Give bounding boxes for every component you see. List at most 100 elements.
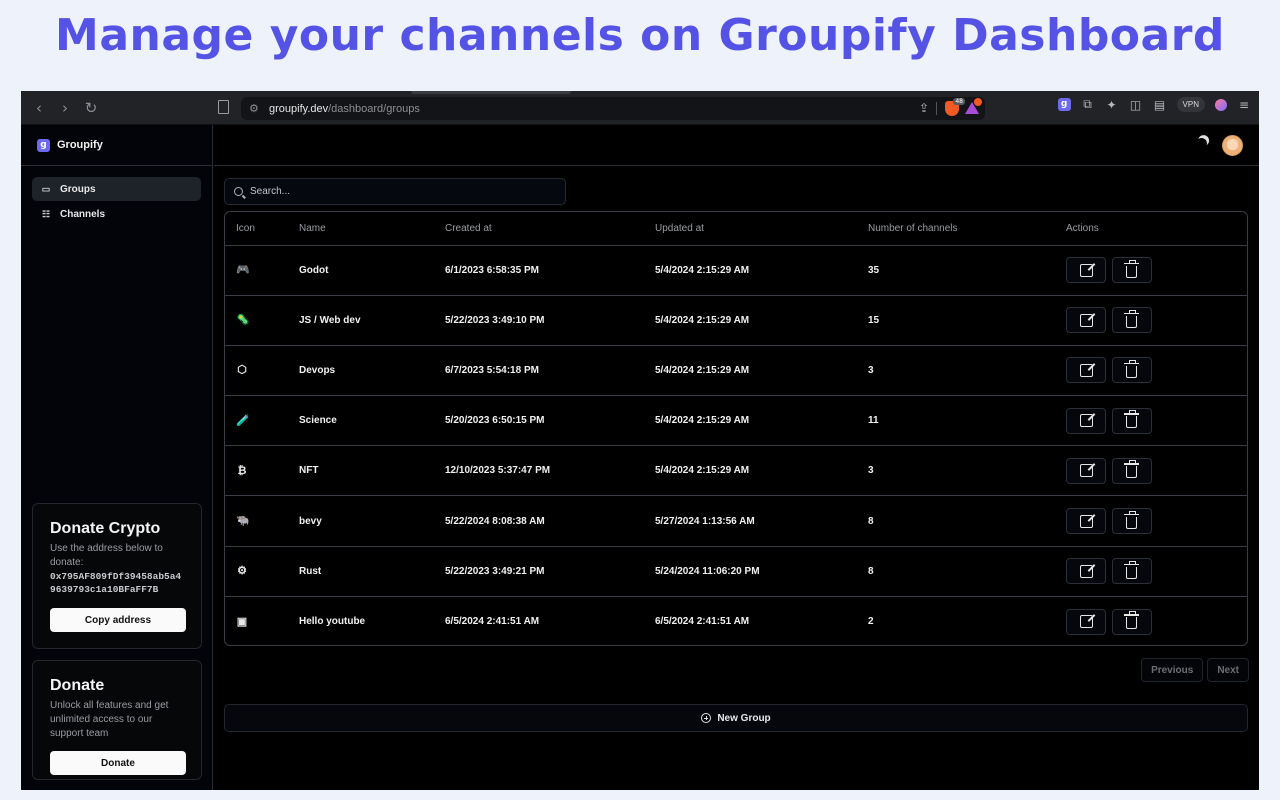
- sidebar-item-groups[interactable]: ▭ Groups: [32, 177, 201, 201]
- table-row: 🧪 Science 5/20/2023 6:50:15 PM 5/4/2024 …: [225, 395, 1247, 447]
- header-icon: Icon: [225, 212, 299, 246]
- search-icon: [234, 187, 243, 196]
- search-input[interactable]: [250, 186, 550, 197]
- delete-button[interactable]: [1111, 407, 1152, 434]
- created-at: 5/22/2024 8:08:38 AM: [445, 495, 655, 547]
- extensions-icon[interactable]: ⧉: [1081, 97, 1095, 112]
- reload-icon[interactable]: ↻: [79, 99, 103, 117]
- delete-button[interactable]: [1111, 257, 1152, 284]
- profile-icon[interactable]: [1215, 98, 1227, 111]
- edit-button[interactable]: [1066, 307, 1106, 334]
- search-box[interactable]: [224, 178, 566, 205]
- delete-button[interactable]: [1111, 558, 1152, 585]
- address-bar[interactable]: ⚙ groupify.dev/dashboard/groups ⇪ 48: [241, 97, 985, 120]
- delete-button[interactable]: [1111, 608, 1152, 635]
- delete-button[interactable]: [1111, 508, 1152, 535]
- group-name: JS / Web dev: [299, 295, 445, 346]
- updated-at: 5/27/2024 1:13:56 AM: [655, 495, 868, 547]
- edit-button[interactable]: [1066, 608, 1106, 635]
- page-headline: Manage your channels on Groupify Dashboa…: [55, 10, 1225, 61]
- url-text[interactable]: groupify.dev/dashboard/groups: [269, 103, 420, 115]
- group-name: bevy: [299, 495, 445, 547]
- edit-button[interactable]: [1066, 508, 1106, 535]
- bookmark-icon[interactable]: [218, 100, 229, 114]
- header-name: Name: [299, 212, 445, 246]
- edit-button[interactable]: [1066, 357, 1106, 384]
- edit-icon: [1079, 464, 1093, 478]
- back-icon[interactable]: ‹: [27, 99, 51, 117]
- delete-button[interactable]: [1111, 457, 1152, 484]
- group-name: Devops: [299, 345, 445, 397]
- created-at: 6/5/2024 2:41:51 AM: [445, 616, 540, 628]
- created-at: 6/7/2023 5:54:18 PM: [445, 345, 655, 397]
- previous-page-button[interactable]: Previous: [1141, 658, 1204, 682]
- url-host: groupify.dev: [269, 102, 329, 115]
- trash-icon: [1123, 460, 1139, 479]
- edit-icon: [1079, 313, 1093, 327]
- created-at: 5/22/2023 3:49:10 PM: [445, 295, 655, 346]
- created-at: 6/1/2023 6:58:35 PM: [445, 245, 655, 296]
- row-actions: [1066, 245, 1247, 296]
- row-actions: [1066, 495, 1247, 547]
- updated-at: 6/5/2024 2:41:51 AM: [655, 616, 750, 628]
- group-name: Rust: [299, 546, 445, 597]
- group-icon: ₿: [237, 464, 247, 477]
- table-row: ⬡ Devops 6/7/2023 5:54:18 PM 5/4/2024 2:…: [225, 345, 1247, 397]
- donate-crypto-text: Use the address below to donate:: [50, 543, 163, 568]
- donate-button[interactable]: Donate: [50, 751, 186, 775]
- vpn-button[interactable]: VPN: [1176, 97, 1205, 112]
- header-created-at: Created at: [445, 212, 655, 246]
- wallet-icon[interactable]: ▤: [1153, 98, 1167, 112]
- trash-icon: [1123, 611, 1139, 630]
- edit-button[interactable]: [1066, 457, 1106, 484]
- theme-toggle-moon-icon[interactable]: [1194, 136, 1208, 150]
- group-name: Science: [299, 395, 445, 447]
- edit-button[interactable]: [1066, 558, 1106, 585]
- leo-ai-icon[interactable]: ✦: [1105, 98, 1119, 112]
- delete-button[interactable]: [1111, 357, 1152, 384]
- donate-crypto-title: Donate Crypto: [50, 520, 161, 537]
- row-actions: [1066, 295, 1247, 346]
- site-settings-icon[interactable]: ⚙: [249, 102, 263, 115]
- browser-toolbar: ‹ › ↻ ⚙ groupify.dev/dashboard/groups ⇪ …: [21, 91, 1259, 125]
- row-actions: [1066, 445, 1247, 497]
- groupify-extension-icon[interactable]: g: [1057, 98, 1071, 111]
- row-actions: [1066, 345, 1247, 397]
- trash-icon: [1123, 259, 1139, 278]
- rewards-badge: [974, 98, 982, 106]
- sidebar-item-label: Channels: [60, 208, 106, 220]
- delete-button[interactable]: [1111, 307, 1152, 334]
- trash-icon: [1123, 560, 1139, 579]
- row-actions: [1066, 596, 1247, 645]
- brand[interactable]: g Groupify: [21, 125, 212, 166]
- new-group-button[interactable]: New Group: [224, 704, 1248, 732]
- share-icon[interactable]: ⇪: [919, 101, 929, 115]
- menu-icon[interactable]: ≡: [1237, 98, 1251, 112]
- channel-count: 35: [868, 245, 1066, 296]
- channel-count: 15: [868, 295, 1066, 346]
- group-icon: 🦠: [236, 314, 250, 327]
- url-divider: [936, 102, 937, 115]
- copy-address-button[interactable]: Copy address: [50, 608, 186, 632]
- edit-icon: [1079, 414, 1093, 428]
- sidebar-item-channels[interactable]: ☷ Channels: [32, 202, 201, 226]
- edit-button[interactable]: [1066, 407, 1106, 434]
- app-root: g Groupify ▭ Groups ☷ Channels Donate Cr…: [21, 125, 1259, 790]
- updated-at: 5/4/2024 2:15:29 AM: [655, 245, 868, 296]
- tab-indicator[interactable]: [411, 91, 571, 94]
- edit-button[interactable]: [1066, 257, 1106, 284]
- created-at: 12/10/2023 5:37:47 PM: [445, 445, 655, 497]
- next-page-button[interactable]: Next: [1207, 658, 1249, 682]
- sidebar-nav: ▭ Groups ☷ Channels: [21, 166, 212, 226]
- video-icon: ▭: [41, 183, 51, 194]
- trash-icon: [1123, 510, 1139, 529]
- forward-icon[interactable]: ›: [53, 99, 77, 117]
- list-icon: ☷: [41, 208, 51, 219]
- group-icon: ⚙: [237, 565, 247, 578]
- shield-count-badge: 48: [953, 98, 965, 105]
- sidebar-toggle-icon[interactable]: ◫: [1129, 98, 1143, 112]
- channel-count: 2: [868, 616, 874, 628]
- channel-count: 3: [868, 345, 1066, 397]
- avatar[interactable]: [1222, 135, 1243, 156]
- group-icon: ⬡: [237, 364, 247, 377]
